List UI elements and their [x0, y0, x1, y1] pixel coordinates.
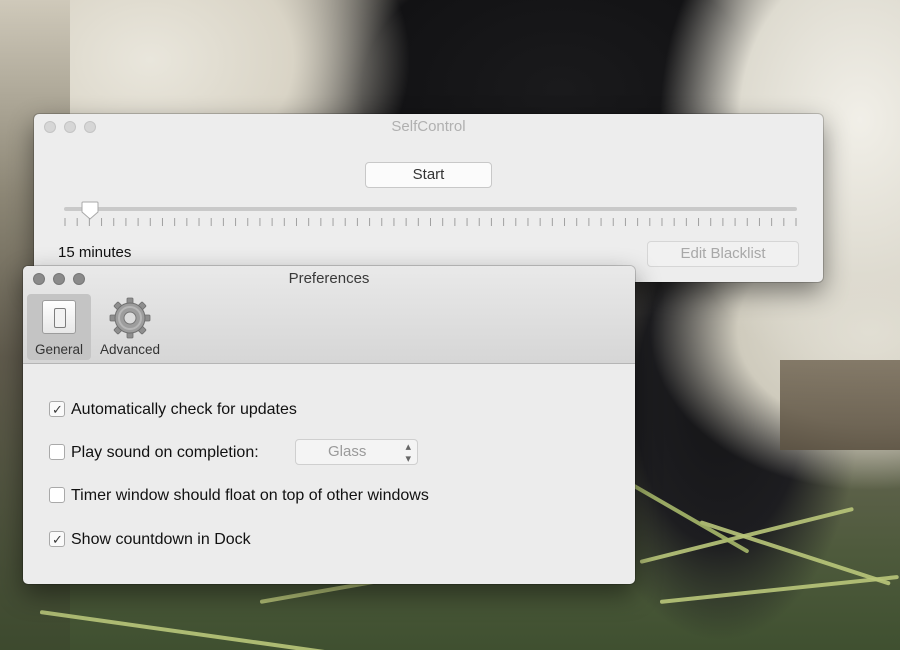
- tab-general[interactable]: General: [27, 294, 91, 360]
- option-label: Show countdown in Dock: [71, 531, 251, 548]
- start-button[interactable]: Start: [365, 162, 492, 188]
- tab-general-label: General: [34, 342, 84, 357]
- wallpaper-log: [780, 360, 900, 450]
- minimize-button[interactable]: [53, 273, 65, 285]
- popup-arrows-icon: ▴ ▾: [405, 441, 411, 465]
- preferences-toolbar: Preferences General Advanced: [23, 266, 635, 364]
- duration-slider-ticks: [64, 218, 797, 226]
- duration-label: 15 minutes: [58, 244, 132, 261]
- option-label: Timer window should float on top of othe…: [71, 487, 429, 504]
- zoom-button[interactable]: [84, 121, 96, 133]
- close-button[interactable]: [33, 273, 45, 285]
- duration-slider-track[interactable]: [64, 207, 797, 211]
- window-controls: [33, 273, 85, 285]
- auto-update-checkbox[interactable]: ✓: [49, 401, 65, 417]
- close-button[interactable]: [44, 121, 56, 133]
- selfcontrol-window: SelfControl Start 15 minutes Edit Blackl…: [34, 114, 823, 282]
- minimize-button[interactable]: [64, 121, 76, 133]
- tab-advanced-label: Advanced: [99, 342, 161, 357]
- sound-popup-value: Glass: [328, 443, 367, 460]
- edit-blacklist-button[interactable]: Edit Blacklist: [647, 241, 799, 267]
- option-label: Automatically check for updates: [71, 401, 297, 418]
- dock-countdown-checkbox[interactable]: ✓: [49, 531, 65, 547]
- wallpaper-bamboo-stalk: [699, 520, 891, 586]
- preferences-window: Preferences General Advanced ✓ Automatic…: [23, 266, 635, 584]
- duration-slider-thumb[interactable]: [80, 200, 100, 220]
- switch-icon: [42, 300, 76, 334]
- wallpaper-bamboo-stalk: [39, 610, 338, 650]
- window-title: SelfControl: [391, 118, 466, 135]
- window-controls: [44, 121, 96, 133]
- float-on-top-checkbox[interactable]: [49, 487, 65, 503]
- tab-advanced[interactable]: Advanced: [93, 294, 167, 360]
- wallpaper-bamboo-stalk: [659, 574, 899, 604]
- window-title: Preferences: [288, 270, 370, 287]
- play-sound-checkbox[interactable]: [49, 444, 65, 460]
- selfcontrol-titlebar[interactable]: SelfControl: [34, 114, 823, 140]
- sound-popup-button[interactable]: Glass ▴ ▾: [295, 439, 418, 465]
- preferences-titlebar[interactable]: Preferences: [23, 266, 635, 292]
- gear-icon: [109, 297, 151, 339]
- option-label: Play sound on completion:: [71, 444, 259, 461]
- zoom-button[interactable]: [73, 273, 85, 285]
